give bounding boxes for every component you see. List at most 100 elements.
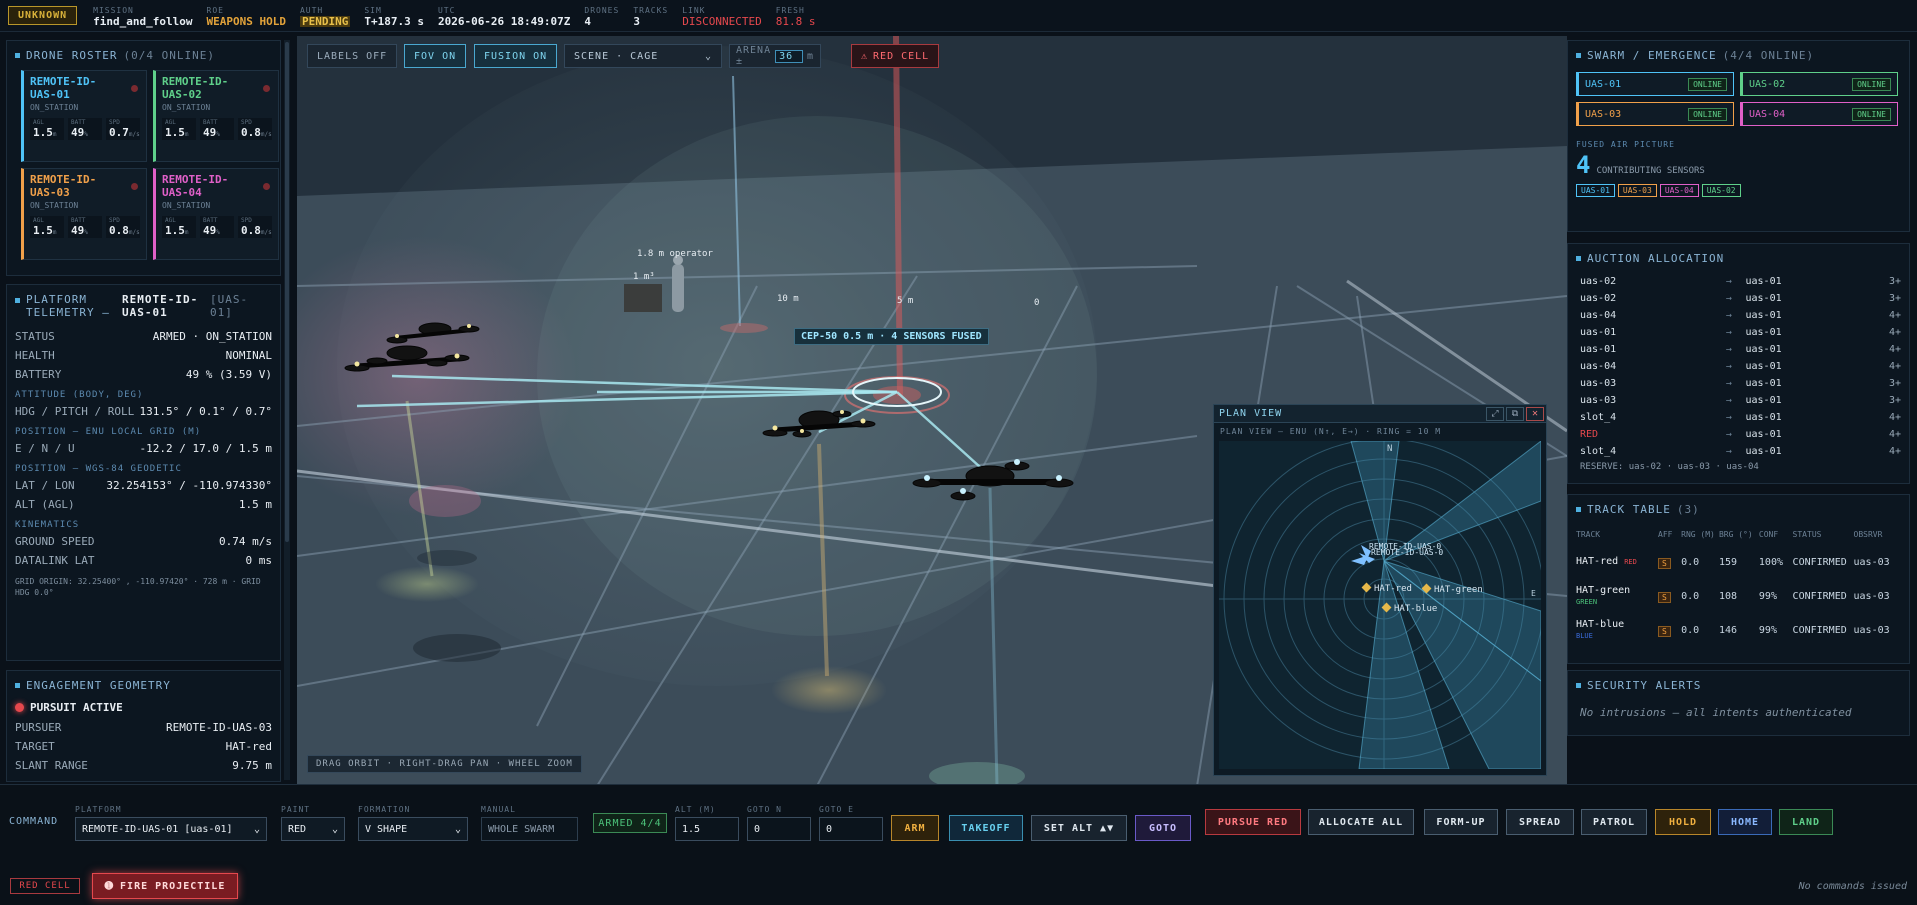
spd-unit: m/s — [260, 131, 272, 138]
operator-label: 1.8 m operator — [637, 249, 713, 259]
top-status-bar: UNKNOWN MISSION find_and_follow ROE WEAPON… — [0, 0, 1917, 32]
track-column-header[interactable]: BRG (°) — [1719, 530, 1759, 545]
groundspeed-value: 0.74 m/s — [219, 535, 272, 548]
scene-select[interactable]: SCENE · CAGE ⌄ — [564, 44, 722, 68]
auction-arrow-icon: → — [1725, 293, 1732, 304]
ring-10-label: 10 m — [777, 294, 799, 304]
track-observer: uas-03 — [1853, 590, 1890, 602]
track-row[interactable]: HAT-blue BLUE S 0.0 146 99% CONFIRMED uas… — [1576, 613, 1904, 647]
slant-row: SLANT RANGE 9.75 m — [7, 756, 280, 775]
form-up-button[interactable]: FORM-UP — [1424, 809, 1498, 835]
fused-count-label: CONTRIBUTING SENSORS — [1596, 166, 1705, 176]
left-scrollbar-thumb[interactable] — [285, 42, 289, 542]
popout-icon[interactable]: ⧉ — [1506, 406, 1524, 421]
manual-target-button[interactable]: WHOLE SWARM — [481, 817, 578, 841]
track-column-header[interactable]: TRACK — [1576, 530, 1658, 545]
fire-projectile-button[interactable]: ➊ FIRE PROJECTILE — [92, 873, 238, 899]
auction-bidder: slot_4 — [1580, 446, 1617, 457]
hold-button[interactable]: HOLD — [1655, 809, 1711, 835]
latlon-value: 32.254153° / -110.974330° — [106, 479, 272, 492]
drone-name: REMOTE-ID-UAS-03 — [30, 173, 97, 199]
plan-view-subtitle: PLAN VIEW — ENU (N↑, E→) · RING = 10 M — [1220, 427, 1442, 436]
auction-bidder: uas-01 — [1580, 344, 1617, 355]
batt-value: 49 — [71, 126, 85, 139]
plan-view-titlebar[interactable]: PLAN VIEW ⤢ ⧉ ✕ — [1214, 405, 1546, 423]
roster-header: DRONE ROSTER (0/4 ONLINE) — [7, 41, 280, 62]
hat-red-label: HAT-red — [1374, 584, 1412, 594]
spd-unit: m/s — [128, 131, 140, 138]
header-marker-icon — [1576, 53, 1581, 58]
auction-score: 3+ — [1888, 276, 1901, 287]
track-conf: 99% — [1758, 624, 1777, 636]
land-button[interactable]: LAND — [1779, 809, 1833, 835]
left-scrollbar[interactable] — [284, 40, 290, 780]
arm-button[interactable]: ARM — [891, 815, 939, 841]
swarm-unit-card[interactable]: UAS-03 ONLINE — [1576, 102, 1734, 126]
attitude-key: HDG / PITCH / ROLL — [15, 405, 135, 418]
roster-title: DRONE ROSTER — [26, 49, 118, 62]
track-column-header[interactable]: CONF — [1759, 530, 1793, 545]
swarm-unit-card[interactable]: UAS-02 ONLINE — [1740, 72, 1898, 96]
pursue-red-button[interactable]: PURSUE RED — [1205, 809, 1301, 835]
patrol-button[interactable]: PATROL — [1581, 809, 1647, 835]
north-label: N — [1387, 444, 1392, 454]
agl-key: AGL — [33, 217, 44, 224]
paint-select[interactable]: RED ⌄ — [281, 817, 345, 841]
batt-stat: BATT 49% — [68, 216, 102, 238]
track-column-header[interactable]: STATUS — [1793, 530, 1854, 545]
expand-icon[interactable]: ⤢ — [1486, 406, 1504, 421]
telemetry-platform: REMOTE-ID-UAS-01 — [122, 293, 199, 319]
red-cell-button[interactable]: ⚠ RED CELL — [851, 44, 940, 68]
track-row[interactable]: HAT-red RED S 0.0 159 100% CONFIRMED uas… — [1576, 545, 1904, 579]
allocate-all-button[interactable]: ALLOCATE ALL — [1308, 809, 1414, 835]
spread-button[interactable]: SPREAD — [1506, 809, 1574, 835]
agl-unit: m — [184, 229, 189, 236]
cluster-label-b: REMOTE-ID-UAS-0 — [1371, 548, 1443, 557]
drone-card[interactable]: REMOTE-ID-UAS-04 ON_STATION AGL 1.5m BATT… — [153, 168, 279, 260]
close-icon[interactable]: ✕ — [1526, 406, 1544, 421]
goto-e-input[interactable]: 0 — [819, 817, 883, 841]
drone-card[interactable]: REMOTE-ID-UAS-02 ON_STATION AGL 1.5m BATT… — [153, 70, 279, 162]
swarm-unit-card[interactable]: UAS-04 ONLINE — [1740, 102, 1898, 126]
agl-value: 1.5 — [33, 126, 53, 139]
track-column-header[interactable]: OBSRVR — [1854, 530, 1904, 545]
takeoff-button[interactable]: TAKEOFF — [949, 815, 1023, 841]
plan-view-window[interactable]: PLAN VIEW ⤢ ⧉ ✕ PLAN VIEW — ENU (N↑, E→)… — [1213, 404, 1547, 776]
drone-link-status-icon — [131, 183, 138, 190]
track-row[interactable]: HAT-green GREEN S 0.0 108 99% CONFIRMED u… — [1576, 579, 1904, 613]
fov-toggle-button[interactable]: FOV ON — [404, 44, 467, 68]
batt-value: 49 — [203, 126, 217, 139]
alt-input[interactable]: 1.5 — [675, 817, 739, 841]
batt-unit: % — [216, 131, 220, 138]
swarm-unit-card[interactable]: UAS-01 ONLINE — [1576, 72, 1734, 96]
security-message: No intrusions — all intents authenticate… — [1580, 706, 1852, 719]
labels-toggle-button[interactable]: LABELS OFF — [307, 44, 398, 68]
track-column-header[interactable]: RNG (M) — [1681, 530, 1719, 545]
set-alt-button[interactable]: SET ALT ▲▼ — [1031, 815, 1127, 841]
spd-unit: m/s — [260, 229, 272, 236]
spd-stat: SPD 0.8m/s — [238, 118, 272, 140]
track-column-header[interactable]: AFF — [1658, 530, 1681, 545]
goto-button[interactable]: GOTO — [1135, 815, 1191, 841]
drone-name: REMOTE-ID-UAS-02 — [162, 75, 229, 101]
formation-select[interactable]: V SHAPE ⌄ — [358, 817, 468, 841]
drone-card[interactable]: REMOTE-ID-UAS-03 ON_STATION AGL 1.5m BATT… — [21, 168, 147, 260]
track-count: (3) — [1676, 503, 1700, 516]
auction-row: uas-01 → uas-01 4+ — [1580, 341, 1901, 358]
track-name: HAT-green — [1576, 584, 1631, 596]
track-brg: 146 — [1718, 624, 1738, 636]
pursuit-status-text: PURSUIT ACTIVE — [30, 701, 123, 714]
fusion-toggle-button[interactable]: FUSION ON — [474, 44, 558, 68]
alt-field-label: ALT (M) — [675, 805, 716, 814]
goto-n-input[interactable]: 0 — [747, 817, 811, 841]
auction-score: 4+ — [1888, 344, 1901, 355]
drone-card[interactable]: REMOTE-ID-UAS-01 ON_STATION AGL 1.5m BATT… — [21, 70, 147, 162]
home-button[interactable]: HOME — [1718, 809, 1772, 835]
roe-field: ROE WEAPONS HOLD — [207, 5, 286, 27]
batt-key: BATT — [203, 217, 218, 224]
platform-select[interactable]: REMOTE-ID-UAS-01 [uas-01] ⌄ — [75, 817, 267, 841]
arena-input[interactable]: 36 — [775, 49, 803, 63]
auction-arrow-icon: → — [1725, 446, 1732, 457]
utc-value: 2026-06-26 18:49:07Z — [437, 14, 571, 28]
sim-key: SIM — [364, 5, 382, 15]
